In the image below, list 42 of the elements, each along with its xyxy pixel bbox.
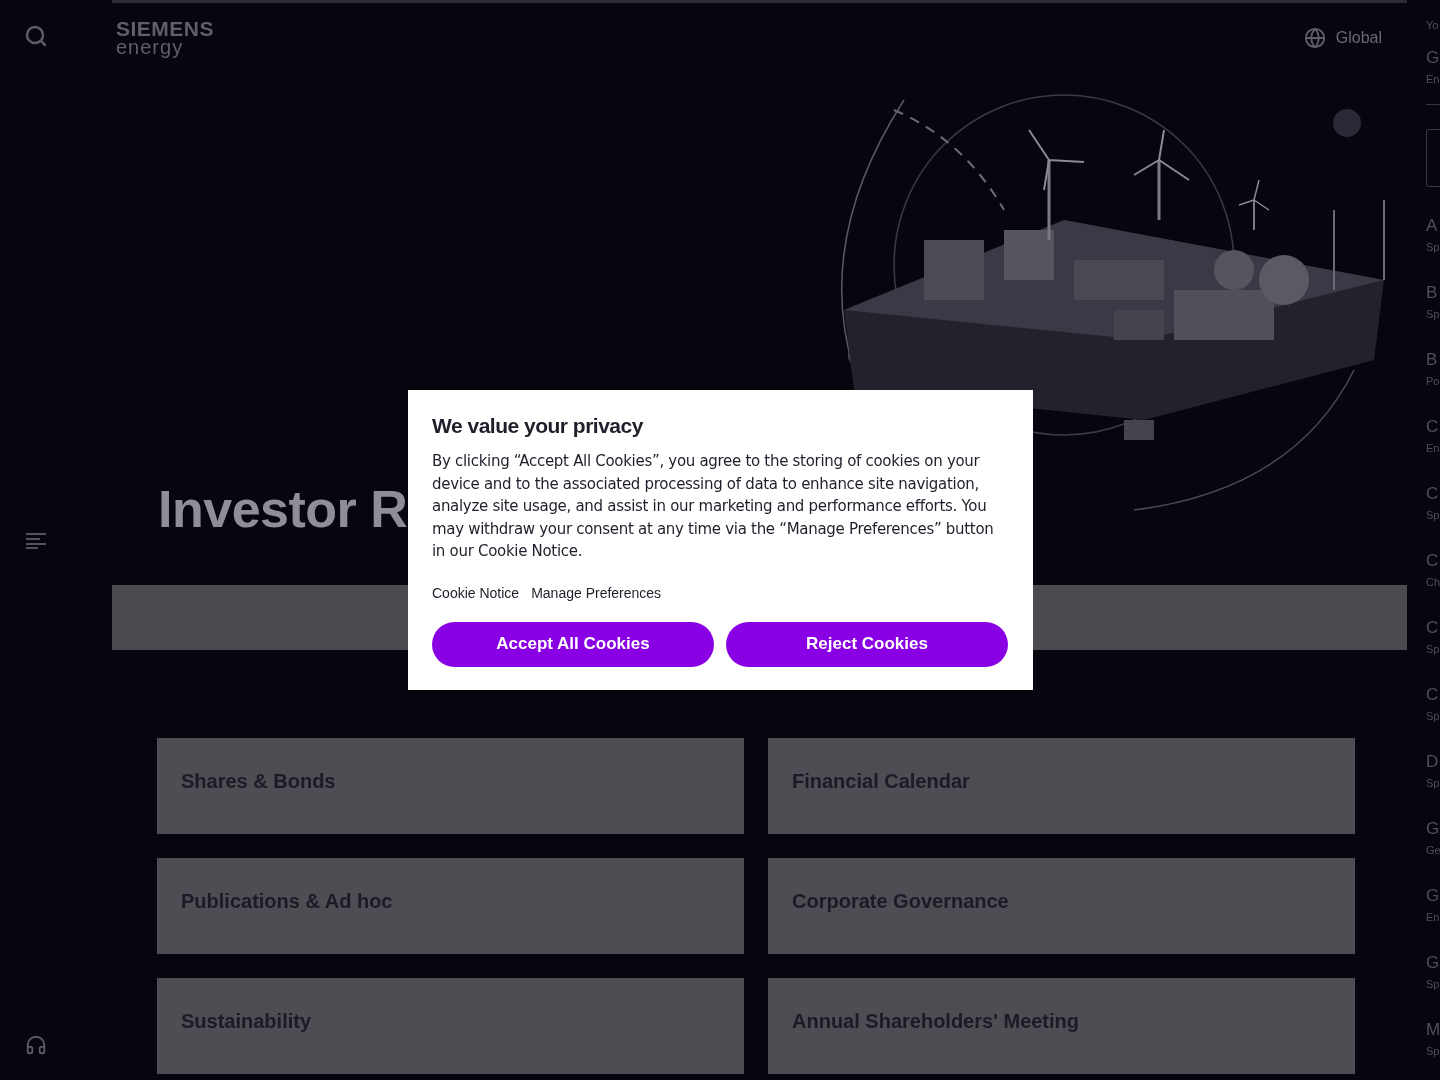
- panel-item-subtitle: Sp: [1426, 776, 1440, 790]
- panel-item-title[interactable]: M: [1426, 1020, 1440, 1040]
- panel-heading: Yo: [1426, 18, 1440, 33]
- hero-title: Investor R: [158, 483, 408, 535]
- panel-item-subtitle: Po: [1426, 374, 1440, 388]
- panel-item-subtitle: Sp: [1426, 642, 1440, 656]
- panel-item-subtitle: Ge: [1426, 843, 1440, 857]
- panel-item-subtitle: Sp: [1426, 977, 1440, 991]
- dialog-link[interactable]: Manage Preferences: [531, 582, 662, 604]
- cookie-button[interactable]: Reject Cookies: [726, 621, 1008, 667]
- panel-item-title[interactable]: A: [1426, 216, 1440, 236]
- panel-item-title[interactable]: B: [1426, 283, 1440, 303]
- panel-item-subtitle: Sp: [1426, 1044, 1440, 1058]
- panel-item-title[interactable]: G: [1426, 953, 1440, 973]
- cookie-button[interactable]: Accept All Cookies: [432, 621, 714, 667]
- region-link[interactable]: Global: [1335, 25, 1382, 50]
- panel-item-title[interactable]: G: [1426, 886, 1440, 906]
- panel-item-subtitle: Ch: [1426, 575, 1440, 589]
- panel-item-subtitle: Sp: [1426, 508, 1440, 522]
- panel-item-title[interactable]: C: [1426, 685, 1440, 705]
- headset-icon[interactable]: [25, 1034, 47, 1056]
- search-icon[interactable]: [24, 24, 48, 48]
- panel-item-title[interactable]: C: [1426, 417, 1440, 437]
- panel-item-title[interactable]: C: [1426, 618, 1440, 638]
- current-subtitle: En: [1426, 72, 1440, 86]
- current-title: G: [1426, 48, 1440, 68]
- globe-icon[interactable]: [1303, 26, 1326, 49]
- dialog-body: By clicking “Accept All Cookies”, you agree to the storing of cookies on your device and to the associated processing of data to enhance site navigation, analyze site usage, and assist in our marketing and performance efforts. You may withdraw your consent at any time via the “Manage Preferences” button in our Cookie Notice.: [432, 451, 995, 562]
- panel-item-subtitle: Sp: [1426, 709, 1440, 723]
- logo[interactable]: SIEMENS energy: [116, 18, 215, 57]
- panel-item-subtitle: Sp: [1426, 240, 1440, 254]
- dialog-title: We value your privacy: [432, 413, 644, 439]
- panel-item-subtitle: En: [1426, 910, 1440, 924]
- panel-item-title[interactable]: C: [1426, 484, 1440, 504]
- panel-item-title[interactable]: G: [1426, 819, 1440, 839]
- panel-item-title[interactable]: B: [1426, 350, 1440, 370]
- menu-icon[interactable]: [25, 533, 47, 549]
- panel-item-title[interactable]: C: [1426, 551, 1440, 571]
- panel-item-subtitle: Sp: [1426, 307, 1440, 321]
- panel-item-subtitle: En: [1426, 441, 1440, 455]
- dialog-link[interactable]: Cookie Notice: [432, 582, 520, 604]
- panel-item-title[interactable]: D: [1426, 752, 1440, 772]
